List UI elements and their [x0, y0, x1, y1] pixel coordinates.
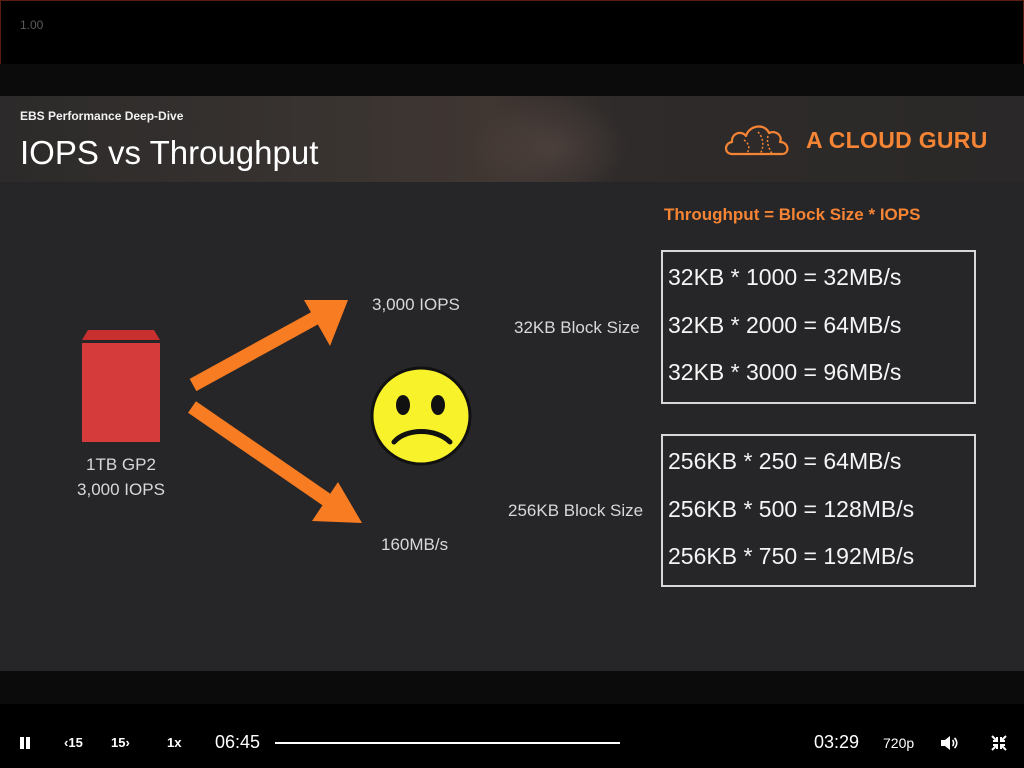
- brand-name: A CLOUD GURU: [806, 127, 988, 153]
- iops-result-label: 3,000 IOPS: [372, 295, 460, 314]
- volume-type-label: 1TB GP2: [86, 455, 156, 474]
- remaining-time: 03:29: [814, 732, 860, 752]
- block-size-label-32kb: 32KB Block Size: [514, 318, 640, 337]
- arrow-down-right-icon: [188, 401, 362, 523]
- pause-icon: [20, 737, 24, 749]
- slide-bottom-band: [0, 671, 1024, 704]
- playback-speed-button[interactable]: 1x: [167, 735, 181, 750]
- progress-bar[interactable]: [275, 742, 620, 744]
- calc-line: 32KB * 2000 = 64MB/s: [668, 312, 902, 338]
- brand-logo: A CLOUD GURU: [722, 118, 1002, 162]
- calc-line: 32KB * 3000 = 96MB/s: [668, 359, 902, 385]
- exit-fullscreen-button[interactable]: [990, 734, 1008, 752]
- volume-button[interactable]: [940, 735, 960, 751]
- ebs-volume-icon: [82, 330, 160, 442]
- rewind-15-button[interactable]: ‹15: [64, 735, 83, 750]
- rewind-seconds-label: 15: [68, 735, 83, 750]
- throughput-result-label: 160MB/s: [381, 535, 449, 554]
- forward-15-button[interactable]: 15›: [111, 735, 130, 750]
- playback-rate-overlay: 1.00: [20, 18, 44, 32]
- arrow-up-right-icon: [189, 300, 348, 392]
- exit-fullscreen-icon: [991, 735, 1007, 751]
- slide-top-band: [0, 64, 1024, 96]
- block-size-label-256kb: 256KB Block Size: [508, 501, 644, 520]
- cloud-logo-icon: [724, 125, 789, 156]
- volume-icon: [941, 736, 958, 750]
- chevron-right-icon: ›: [125, 735, 130, 750]
- pause-icon-bar: [26, 737, 30, 749]
- sad-face-icon: [370, 366, 472, 466]
- calc-box-256kb: 256KB * 250 = 64MB/s 256KB * 500 = 128MB…: [661, 434, 976, 587]
- video-slide[interactable]: EBS Performance Deep-Dive IOPS vs Throug…: [0, 64, 1024, 704]
- forward-seconds-label: 15: [111, 735, 126, 750]
- pause-button[interactable]: [18, 737, 32, 751]
- calc-box-32kb: 32KB * 1000 = 32MB/s 32KB * 2000 = 64MB/…: [661, 250, 976, 404]
- throughput-formula: Throughput = Block Size * IOPS: [664, 205, 921, 224]
- calc-line: 256KB * 750 = 192MB/s: [668, 543, 915, 569]
- slide-title: IOPS vs Throughput: [20, 134, 319, 171]
- calc-line: 256KB * 250 = 64MB/s: [668, 448, 902, 474]
- player-control-bar: ‹15 15› 1x 06:45 03:29 720p: [0, 704, 1024, 768]
- current-time: 06:45: [215, 732, 261, 752]
- volume-iops-label: 3,000 IOPS: [77, 480, 165, 499]
- calc-line: 32KB * 1000 = 32MB/s: [668, 264, 902, 290]
- quality-button[interactable]: 720p: [883, 735, 914, 751]
- branch-arrows: [188, 300, 362, 523]
- slide-subtitle: EBS Performance Deep-Dive: [20, 109, 184, 123]
- calc-line: 256KB * 500 = 128MB/s: [668, 496, 915, 522]
